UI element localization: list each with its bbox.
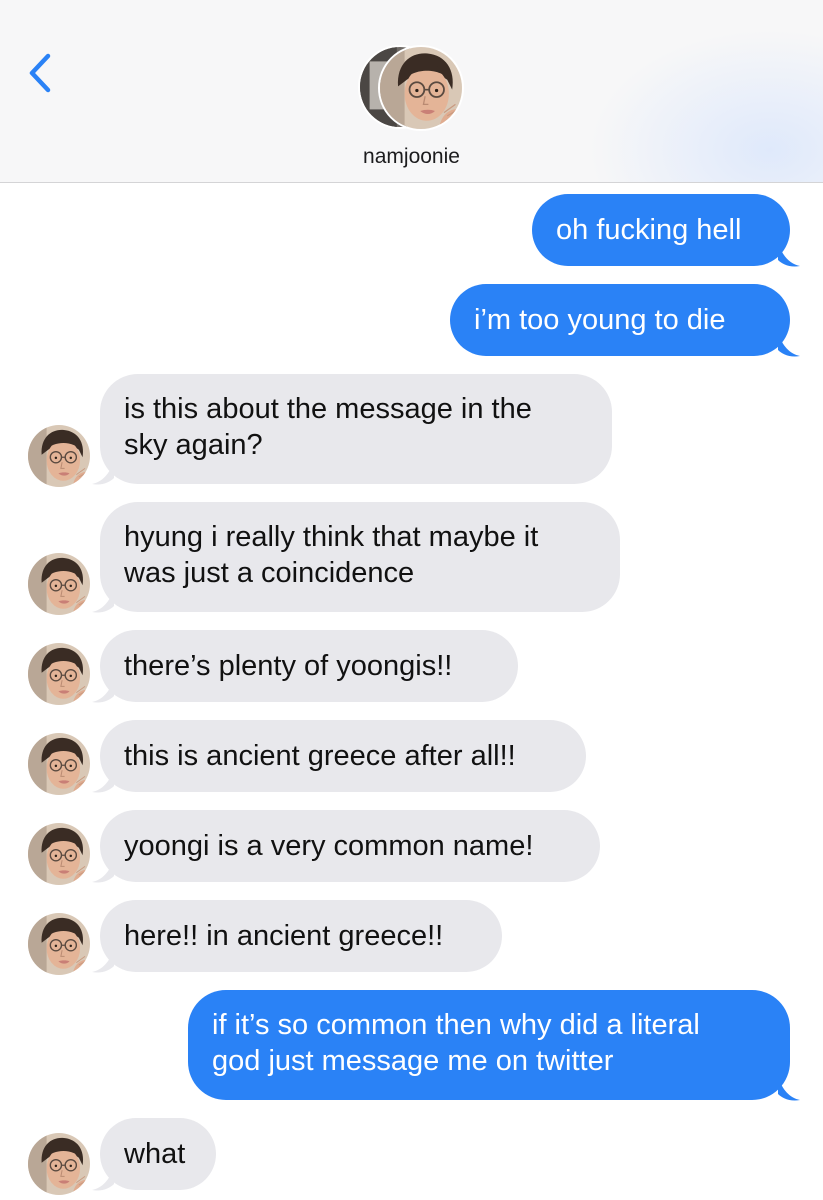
bubble-tail <box>778 332 800 357</box>
message-bubble-incoming[interactable]: this is ancient greece after all!! <box>100 720 586 792</box>
avatar[interactable] <box>28 643 90 705</box>
message-bubble-outgoing[interactable]: i’m too young to die <box>450 284 790 356</box>
bubble-tail <box>92 948 114 973</box>
message-text: is this about the message in the <box>124 393 532 425</box>
message-text: there’s plenty of yoongis!! <box>124 650 453 682</box>
message-text: oh fucking hell <box>556 214 742 246</box>
avatar[interactable] <box>28 425 90 487</box>
message-bubble-incoming[interactable]: is this about the message in the sky aga… <box>100 374 612 484</box>
message-text: if it’s so common then why did a literal <box>212 1009 700 1041</box>
message-bubble-incoming[interactable]: what <box>100 1118 216 1190</box>
message-text: god just message me on twitter <box>212 1045 614 1077</box>
message-text: what <box>124 1138 186 1170</box>
contact-name[interactable]: namjoonie <box>0 145 823 169</box>
contact-avatar-group[interactable] <box>358 45 468 131</box>
message-bubble-outgoing[interactable]: if it’s so common then why did a literal… <box>188 990 790 1100</box>
bubble-tail <box>92 588 114 613</box>
message-bubble-incoming[interactable]: yoongi is a very common name! <box>100 810 600 882</box>
bubble-tail <box>778 242 800 267</box>
avatar[interactable] <box>28 733 90 795</box>
conversation-header: namjoonie <box>0 0 823 183</box>
message-bubble-incoming[interactable]: there’s plenty of yoongis!! <box>100 630 518 702</box>
avatar[interactable] <box>28 1133 90 1195</box>
bubble-tail <box>92 1166 114 1191</box>
message-text: i’m too young to die <box>474 304 726 336</box>
bubble-tail <box>92 858 114 883</box>
message-text: here!! in ancient greece!! <box>124 920 444 952</box>
message-text: was just a coincidence <box>124 557 415 589</box>
avatar[interactable] <box>28 553 90 615</box>
bubble-tail <box>92 678 114 703</box>
message-bubble-incoming[interactable]: hyung i really think that maybe it was j… <box>100 502 620 612</box>
message-bubble-outgoing[interactable]: oh fucking hell <box>532 194 790 266</box>
chevron-left-icon <box>29 53 51 93</box>
avatar[interactable] <box>28 913 90 975</box>
message-text: hyung i really think that maybe it <box>124 521 539 553</box>
message-bubble-incoming[interactable]: here!! in ancient greece!! <box>100 900 502 972</box>
message-text: this is ancient greece after all!! <box>124 740 516 772</box>
avatar[interactable] <box>28 823 90 885</box>
message-text: sky again? <box>124 429 263 461</box>
bubble-tail <box>778 1076 800 1101</box>
back-button[interactable] <box>22 48 58 98</box>
avatar <box>378 45 464 131</box>
message-text: yoongi is a very common name! <box>124 830 534 862</box>
bubble-tail <box>92 768 114 793</box>
bubble-tail <box>92 460 114 485</box>
